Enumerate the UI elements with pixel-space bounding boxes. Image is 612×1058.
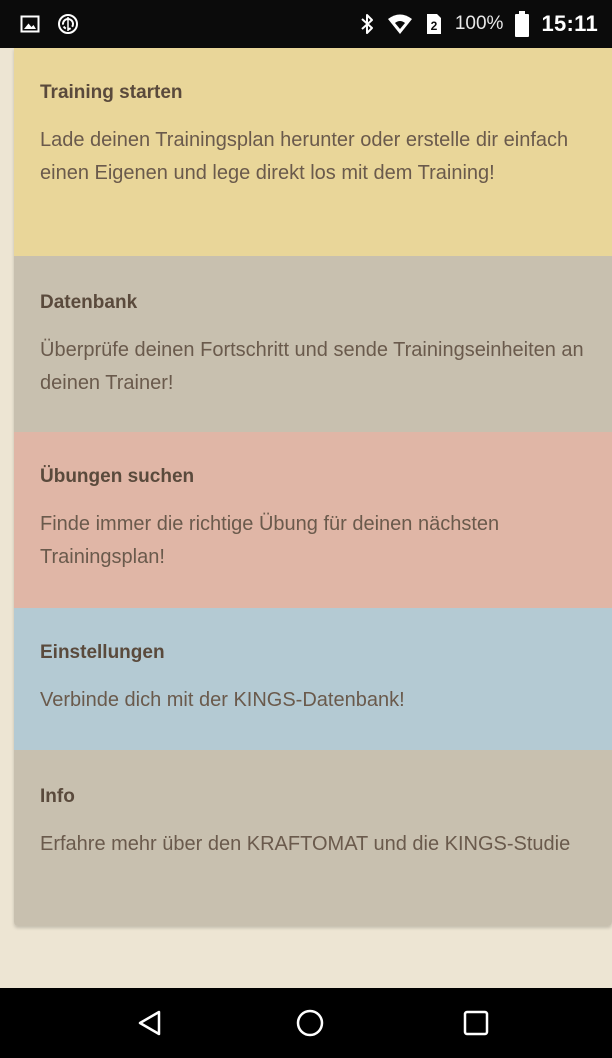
menu-card-einstellungen[interactable]: Einstellungen Verbinde dich mit der KING… [14, 608, 612, 750]
menu-list: Training starten Lade deinen Trainingspl… [14, 48, 612, 926]
card-description: Lade deinen Trainingsplan herunter oder … [40, 129, 569, 184]
card-title: Übungen suchen [40, 466, 195, 487]
battery-icon [515, 11, 530, 37]
menu-card-info[interactable]: Info Erfahre mehr über den KRAFTOMAT und… [14, 750, 612, 926]
card-description: Überprüfe deinen Fortschritt und sende T… [40, 339, 584, 394]
card-description: Finde immer die richtige Übung für deine… [40, 513, 500, 568]
back-button[interactable] [110, 988, 190, 1058]
card-title: Datenbank [40, 292, 138, 313]
home-button[interactable] [270, 988, 350, 1058]
home-icon [295, 1008, 325, 1038]
wifi-icon [387, 13, 413, 35]
navigation-bar [0, 988, 612, 1058]
card-title: Info [40, 786, 75, 807]
image-icon [20, 14, 40, 34]
card-title: Training starten [40, 82, 183, 103]
menu-card-uebungen-suchen[interactable]: Übungen suchen Finde immer die richtige … [14, 432, 612, 608]
sim-icon: 2 [425, 12, 443, 36]
menu-card-datenbank[interactable]: Datenbank Überprüfe deinen Fortschritt u… [14, 256, 612, 432]
battery-percent: 100% [454, 13, 504, 34]
recents-button[interactable] [436, 988, 516, 1058]
menu-card-training-starten[interactable]: Training starten Lade deinen Trainingspl… [14, 48, 612, 256]
back-icon [135, 1008, 165, 1038]
recents-icon [461, 1008, 491, 1038]
card-description: Erfahre mehr über den KRAFTOMAT und die … [40, 833, 571, 855]
card-title: Einstellungen [40, 642, 165, 663]
card-description: Verbinde dich mit der KINGS-Datenbank! [40, 689, 405, 711]
svg-text:2: 2 [430, 19, 437, 33]
clock: 15:11 [541, 11, 598, 36]
sync-icon [56, 12, 80, 36]
bluetooth-icon [359, 12, 375, 36]
status-bar: 2 100% 15:11 [0, 0, 612, 48]
